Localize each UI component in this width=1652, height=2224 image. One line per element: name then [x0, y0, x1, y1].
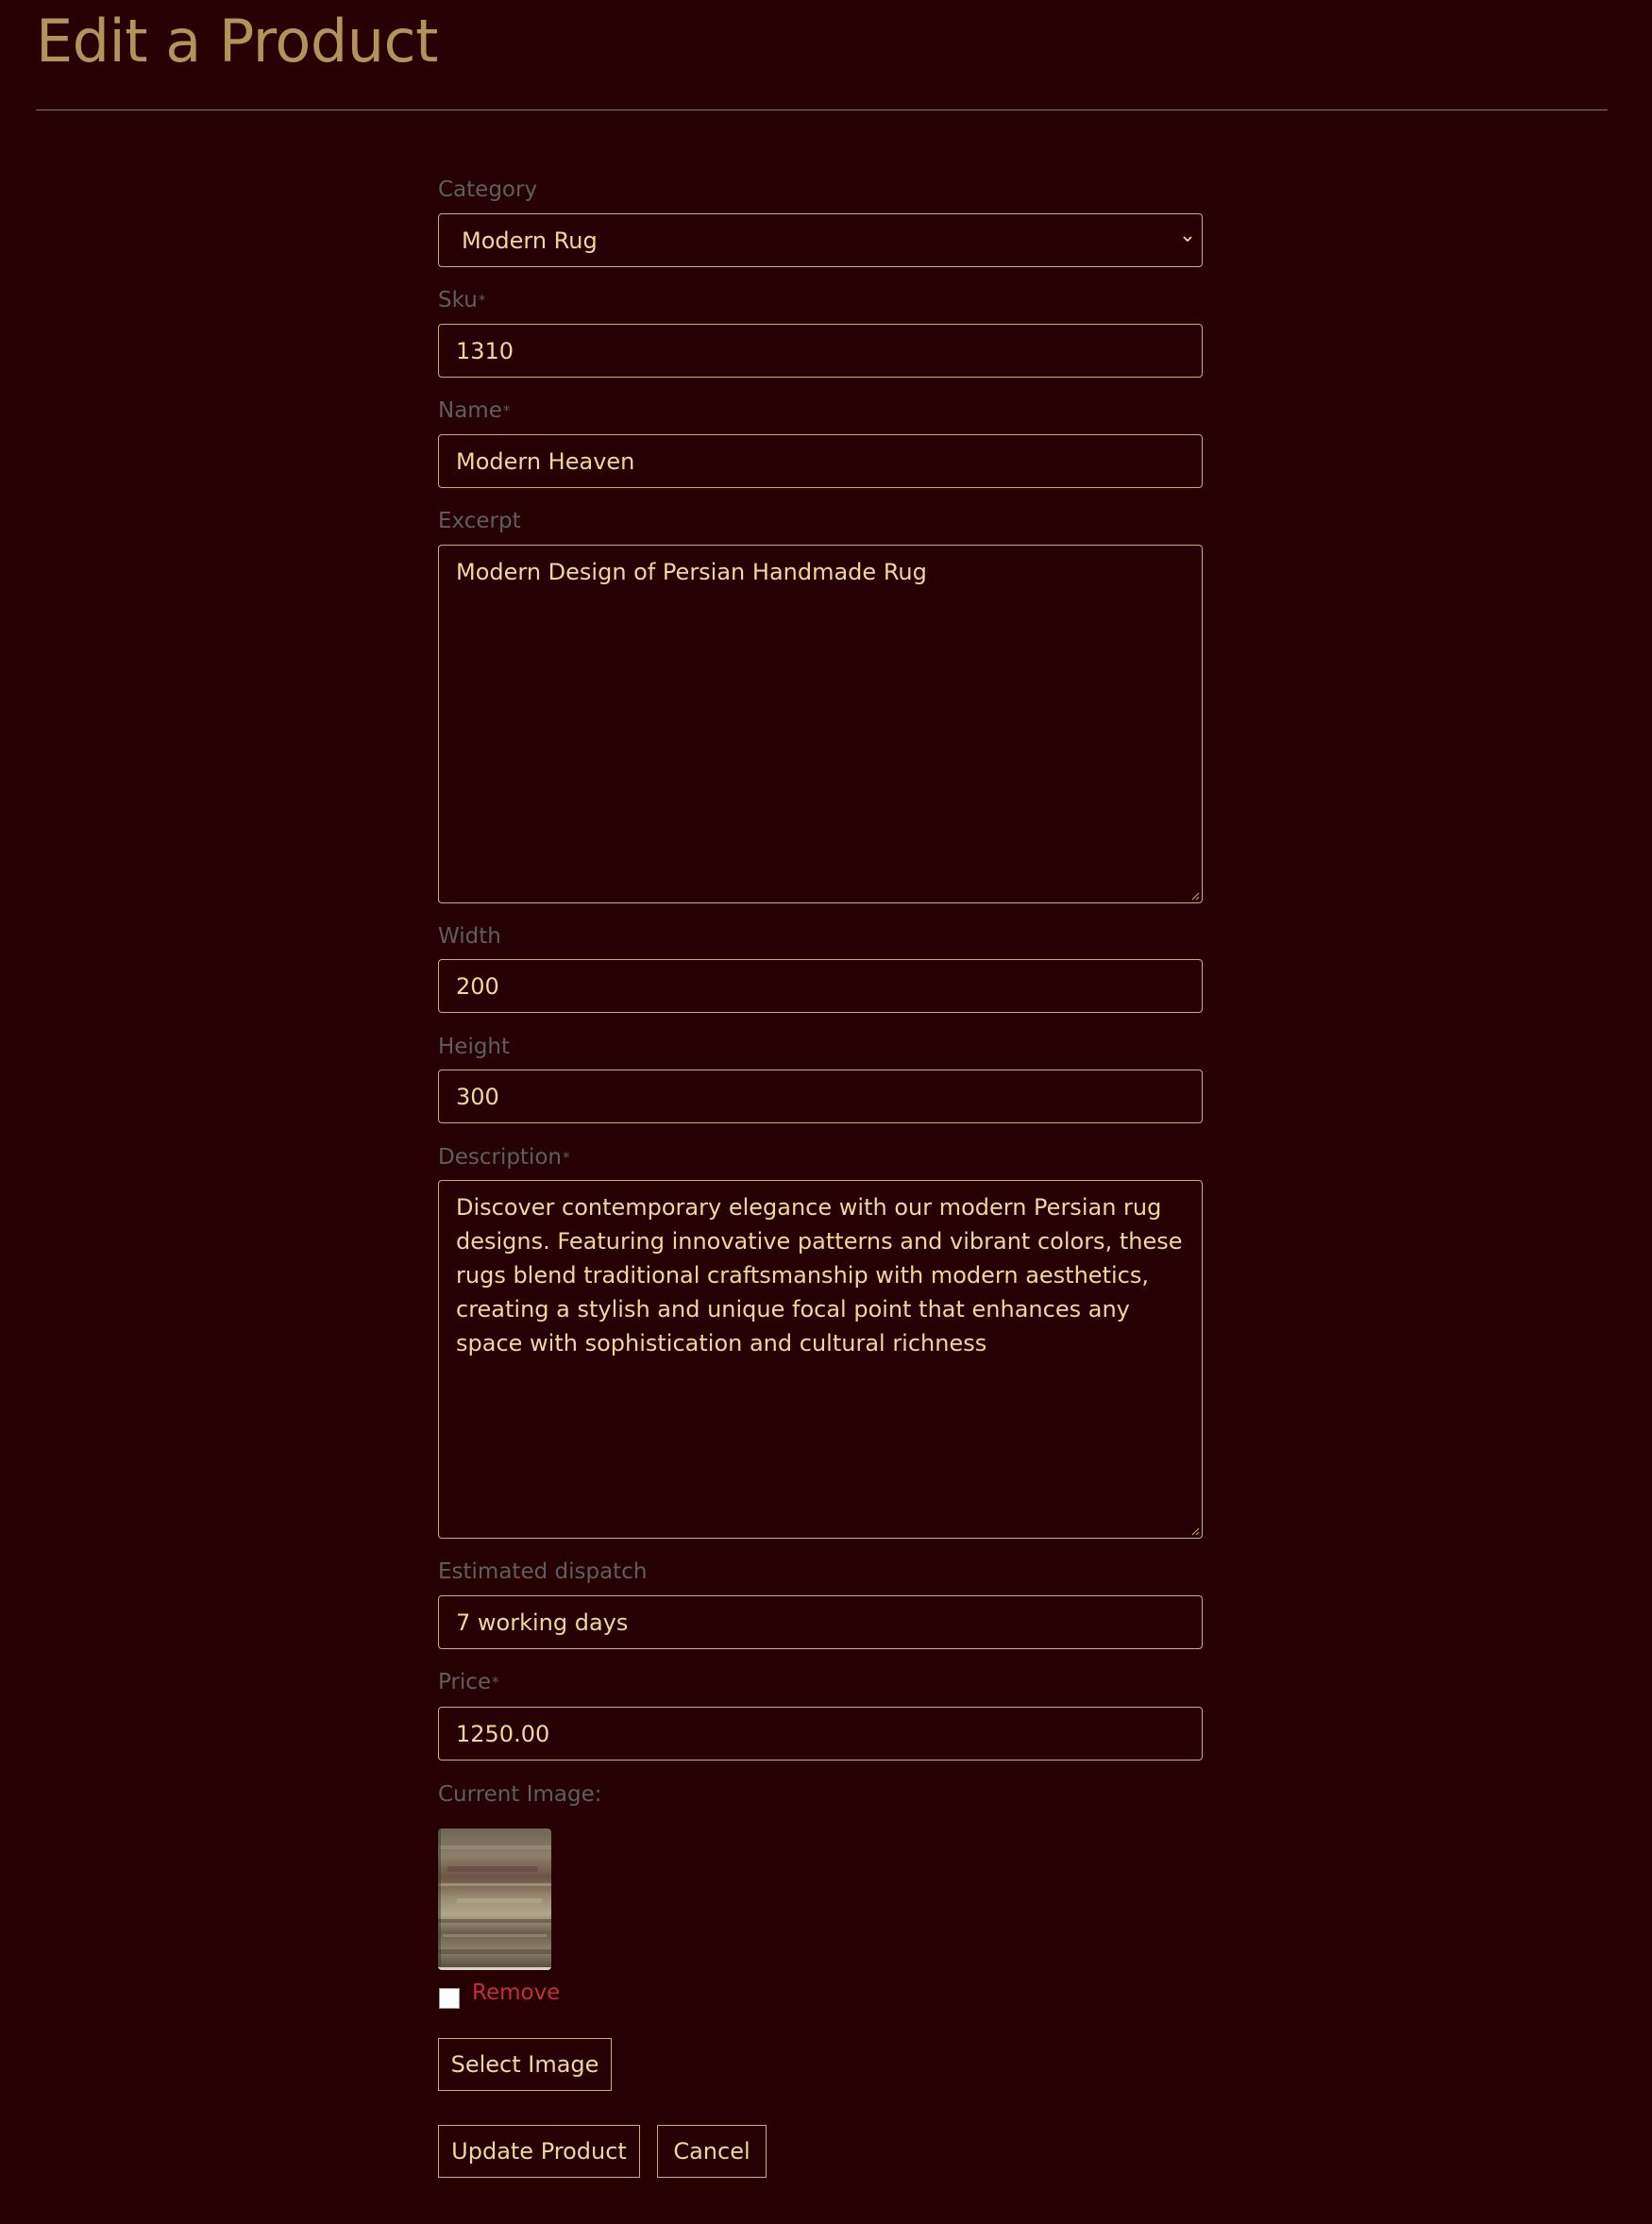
sku-required-mark: * — [478, 292, 486, 309]
description-label: Description* — [438, 1143, 570, 1171]
rug-image — [438, 1828, 551, 1967]
height-label: Height — [438, 1033, 510, 1061]
width-label: Width — [438, 922, 501, 951]
price-label: Price* — [438, 1668, 499, 1696]
description-required-mark: * — [563, 1149, 570, 1166]
price-input[interactable]: 1250.00 — [438, 1707, 1203, 1761]
category-selected-value: Modern Rug — [462, 227, 598, 254]
dispatch-label: Estimated dispatch — [438, 1558, 647, 1586]
width-label-text: Width — [438, 924, 501, 949]
description-value: Discover contemporary elegance with our … — [456, 1194, 1183, 1356]
resize-grip-icon[interactable] — [1190, 891, 1200, 901]
sku-label: Sku* — [438, 286, 485, 314]
price-value: 1250.00 — [456, 1720, 550, 1747]
name-input[interactable]: Modern Heaven — [438, 434, 1203, 488]
name-label: Name* — [438, 396, 510, 425]
price-label-text: Price — [438, 1670, 492, 1694]
resize-grip-icon[interactable] — [1190, 1526, 1200, 1536]
category-label: Category — [438, 176, 537, 204]
description-label-text: Description — [438, 1145, 562, 1170]
excerpt-textarea[interactable]: Modern Design of Persian Handmade Rug — [438, 545, 1203, 903]
product-image-thumbnail — [438, 1828, 551, 1970]
excerpt-label-text: Excerpt — [438, 509, 521, 533]
select-image-button[interactable]: Select Image — [438, 2038, 612, 2091]
sku-input[interactable]: 1310 — [438, 324, 1203, 378]
height-value: 300 — [456, 1083, 499, 1110]
chevron-down-icon — [1183, 235, 1192, 242]
remove-image-label[interactable]: Remove — [472, 1978, 560, 2008]
width-input[interactable]: 200 — [438, 959, 1203, 1013]
sku-value: 1310 — [456, 337, 514, 364]
update-product-button-label: Update Product — [451, 2138, 627, 2165]
price-required-mark: * — [492, 1674, 499, 1691]
dispatch-input[interactable]: 7 working days — [438, 1595, 1203, 1649]
sku-label-text: Sku — [438, 288, 478, 312]
name-label-text: Name — [438, 398, 502, 423]
dispatch-label-text: Estimated dispatch — [438, 1559, 648, 1584]
dispatch-value: 7 working days — [456, 1609, 629, 1636]
select-image-button-label: Select Image — [450, 2051, 599, 2078]
description-textarea[interactable]: Discover contemporary elegance with our … — [438, 1180, 1203, 1539]
category-select[interactable]: Modern Rug — [438, 213, 1203, 267]
page-title: Edit a Product — [36, 7, 438, 76]
height-input[interactable]: 300 — [438, 1070, 1203, 1123]
current-image-label: Current Image: — [438, 1780, 601, 1809]
current-image-label-text: Current Image: — [438, 1782, 602, 1807]
edit-product-page: Edit a Product Category Modern Rug Sku* … — [0, 0, 1652, 2224]
cancel-button-label: Cancel — [673, 2138, 750, 2165]
excerpt-label: Excerpt — [438, 507, 521, 535]
cancel-button[interactable]: Cancel — [657, 2125, 767, 2178]
name-value: Modern Heaven — [456, 447, 635, 475]
excerpt-value: Modern Design of Persian Handmade Rug — [456, 559, 927, 585]
category-label-text: Category — [438, 177, 538, 202]
update-product-button[interactable]: Update Product — [438, 2125, 640, 2178]
width-value: 200 — [456, 972, 499, 1000]
name-required-mark: * — [502, 402, 511, 419]
remove-image-checkbox[interactable] — [439, 1988, 460, 2009]
height-label-text: Height — [438, 1035, 511, 1059]
